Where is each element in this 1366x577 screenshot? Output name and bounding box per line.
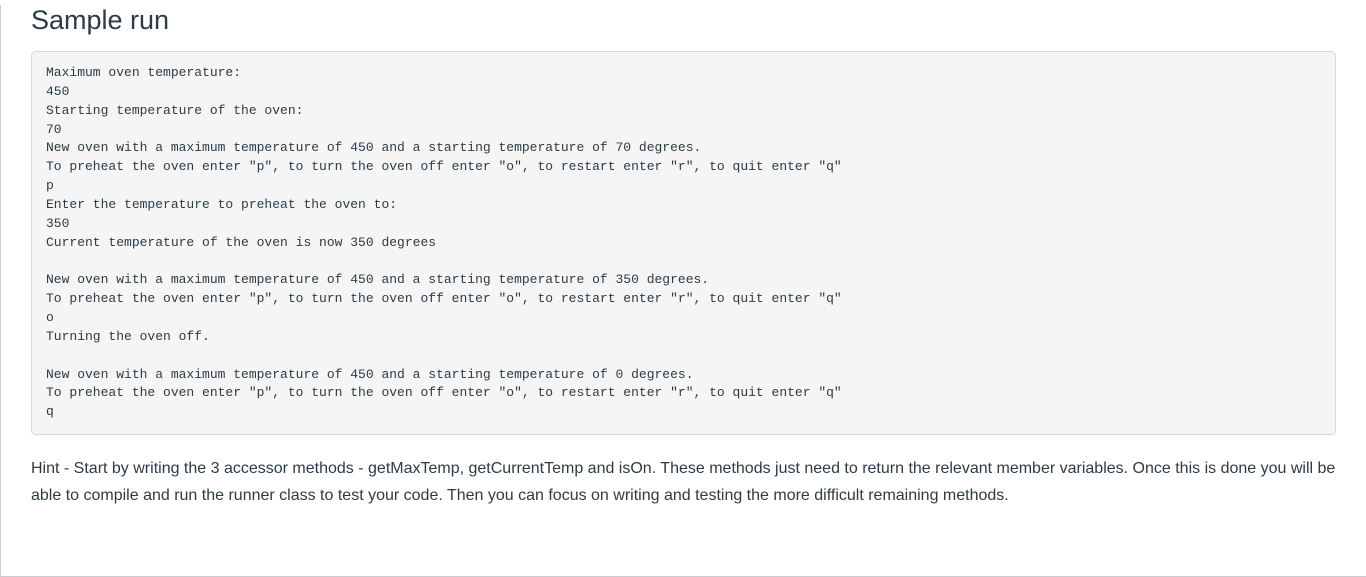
sample-run-code-block: Maximum oven temperature: 450 Starting t… — [31, 51, 1336, 435]
hint-paragraph: Hint - Start by writing the 3 accessor m… — [31, 455, 1336, 509]
section-heading: Sample run — [31, 5, 1336, 36]
document-container: Sample run Maximum oven temperature: 450… — [0, 5, 1366, 577]
